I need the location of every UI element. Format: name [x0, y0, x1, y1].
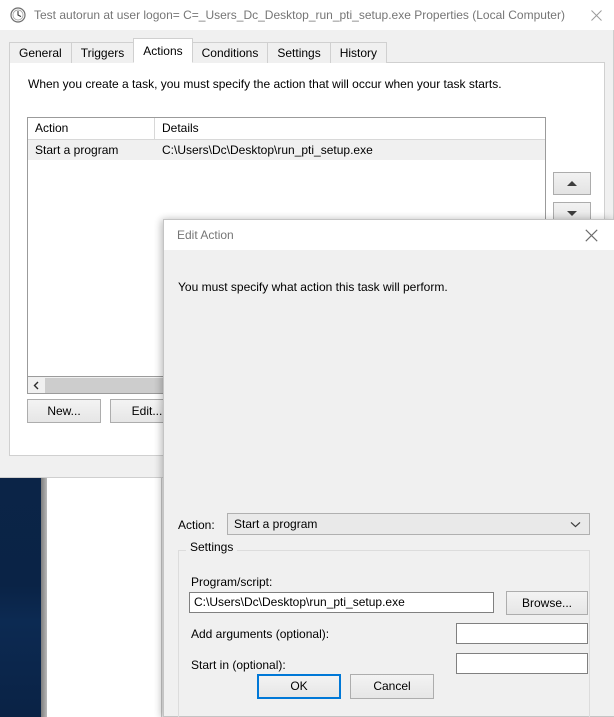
- background-panel-edge: [161, 455, 162, 717]
- ok-button[interactable]: OK: [257, 674, 341, 699]
- tab-settings[interactable]: Settings: [267, 42, 331, 63]
- listview-header: Action Details: [28, 118, 545, 140]
- cancel-button[interactable]: Cancel: [350, 674, 434, 699]
- close-icon: [585, 228, 598, 242]
- window-close-button[interactable]: [573, 0, 614, 30]
- column-header-details[interactable]: Details: [155, 118, 545, 139]
- window-titlebar: Test autorun at user logon= C=_Users_Dc_…: [0, 0, 614, 30]
- table-row[interactable]: Start a program C:\Users\Dc\Desktop\run_…: [28, 140, 545, 160]
- arrow-up-icon: [567, 181, 577, 186]
- desktop-background: [0, 478, 41, 717]
- program-script-label: Program/script:: [191, 575, 273, 589]
- new-button[interactable]: New...: [27, 399, 101, 423]
- cell-action: Start a program: [35, 143, 119, 157]
- column-header-action[interactable]: Action: [28, 118, 155, 139]
- start-in-input[interactable]: [456, 653, 588, 674]
- screen: Test autorun at user logon= C=_Users_Dc_…: [0, 0, 614, 717]
- browse-button[interactable]: Browse...: [506, 591, 588, 615]
- dialog-titlebar: Edit Action: [164, 220, 614, 250]
- program-script-input[interactable]: C:\Users\Dc\Desktop\run_pti_setup.exe: [189, 592, 494, 613]
- tab-conditions[interactable]: Conditions: [191, 42, 269, 63]
- dialog-title: Edit Action: [177, 228, 234, 242]
- move-up-button[interactable]: [553, 172, 591, 195]
- cell-details: C:\Users\Dc\Desktop\run_pti_setup.exe: [162, 143, 373, 157]
- tab-strip: General Triggers Actions Conditions Sett…: [9, 38, 388, 63]
- action-dropdown[interactable]: Start a program: [227, 513, 590, 535]
- actions-description: When you create a task, you must specify…: [28, 77, 502, 91]
- tab-general[interactable]: General: [9, 42, 72, 63]
- arrow-down-icon: [567, 211, 577, 216]
- add-arguments-input[interactable]: [456, 623, 588, 644]
- tab-actions[interactable]: Actions: [133, 38, 193, 63]
- chevron-down-glyph: [570, 521, 581, 527]
- close-icon: [590, 9, 602, 21]
- start-in-label: Start in (optional):: [191, 658, 286, 672]
- clock-icon: [10, 7, 26, 23]
- edit-action-dialog: Edit Action You must specify what action…: [163, 219, 614, 717]
- settings-groupbox-title: Settings: [186, 540, 238, 554]
- dialog-intro-text: You must specify what action this task w…: [178, 280, 448, 294]
- action-label: Action:: [178, 518, 215, 532]
- tab-history[interactable]: History: [329, 42, 388, 63]
- background-window-body: [47, 478, 161, 717]
- chevron-down-icon: [570, 514, 581, 534]
- dialog-close-button[interactable]: [569, 220, 614, 250]
- tab-triggers[interactable]: Triggers: [70, 42, 135, 63]
- add-arguments-label: Add arguments (optional):: [191, 627, 330, 641]
- scroll-left-arrow-icon[interactable]: [28, 378, 45, 393]
- action-dropdown-value: Start a program: [234, 517, 318, 531]
- chevron-left-icon: [33, 381, 39, 389]
- window-title: Test autorun at user logon= C=_Users_Dc_…: [34, 8, 565, 22]
